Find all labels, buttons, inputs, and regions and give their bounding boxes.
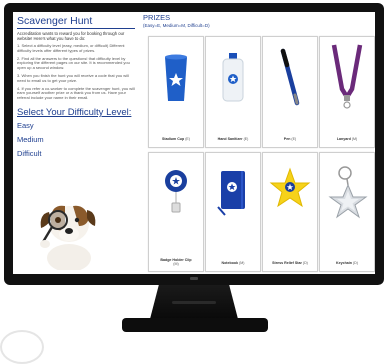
monitor-stand-base [122, 318, 268, 332]
stress-star-icon [269, 167, 311, 208]
step-3-text: 3. When you finish the hunt you will rec… [17, 72, 129, 83]
prize-tier: (E) [185, 136, 190, 141]
stadium-cup-icon [165, 54, 187, 101]
difficulty-heading: Select Your Difficulty Level: [17, 106, 132, 118]
pen-icon [280, 48, 300, 106]
prize-tier: (E) [291, 136, 297, 141]
page-title: Scavenger Hunt [17, 15, 135, 29]
monitor-frame: Scavenger Hunt Accreditation wants to re… [4, 3, 384, 285]
prize-card-badge-holder-clip[interactable]: Badge Holder Clip (M) [148, 152, 204, 272]
prize-card-lanyard[interactable]: Lanyard (M) [319, 36, 375, 148]
prize-card-hand-sanitizer[interactable]: Hand Sanitizer (E) [205, 36, 261, 148]
prize-card-notebook[interactable]: Notebook (M) [205, 152, 261, 272]
step-4-text: 4. If you refer a co-worker to complete … [17, 85, 135, 101]
step-1-text: 1. Select a difficulty level (easy, medi… [17, 43, 125, 53]
prize-tier: (M) [351, 136, 358, 141]
prize-card-stress-relief-star[interactable]: Stress Relief Star (D) [262, 152, 318, 272]
prize-tier: (D) [352, 260, 358, 265]
notebook-icon [217, 171, 245, 216]
prize-name: Notebook [221, 260, 239, 265]
prize-name: Hand Sanitizer [217, 136, 243, 141]
prize-card-keychain[interactable]: Keychain (D) [319, 152, 375, 272]
difficulty-medium-link[interactable]: Medium [17, 135, 135, 144]
prizes-heading: PRIZES [143, 13, 171, 22]
lanyard-icon [331, 44, 363, 109]
prize-name: Stadium Cup [162, 136, 185, 141]
prizes-panel: PRIZES (Easy=E, Medium=M, Difficult=D) [143, 13, 373, 32]
monitor-stand-highlight [172, 301, 216, 304]
keychain-icon [328, 166, 368, 219]
step-2-text: 2. Find all the answers to the questions… [17, 55, 130, 71]
desk-reflection [0, 330, 44, 364]
prize-tier: (D) [302, 260, 308, 265]
prize-tier: (M) [173, 261, 179, 266]
prize-tier: (E) [243, 136, 249, 141]
monitor-logo [190, 277, 198, 280]
prize-tier: (M) [239, 260, 245, 265]
prize-card-pen[interactable]: Pen (E) [262, 36, 318, 148]
dog-magnifier-image [40, 205, 96, 270]
prize-card-stadium-cup[interactable]: Stadium Cup (E) [148, 36, 204, 148]
intro-text: Accreditation wants to reward you for bo… [17, 31, 125, 41]
badge-clip-icon [165, 170, 187, 213]
prize-name: Pen [283, 136, 291, 141]
difficulty-easy-link[interactable]: Easy [17, 121, 135, 130]
difficulty-difficult-link[interactable]: Difficult [17, 149, 135, 158]
prize-name: Stress Relief Star [272, 260, 302, 265]
prizes-legend: (Easy=E, Medium=M, Difficult=D) [143, 23, 210, 28]
prize-name: Keychain [336, 260, 352, 265]
webpage-screen: Scavenger Hunt Accreditation wants to re… [13, 12, 375, 274]
prize-name: Lanyard [336, 136, 351, 141]
hand-sanitizer-icon [222, 53, 244, 102]
instructions-panel: Scavenger Hunt Accreditation wants to re… [17, 15, 135, 163]
